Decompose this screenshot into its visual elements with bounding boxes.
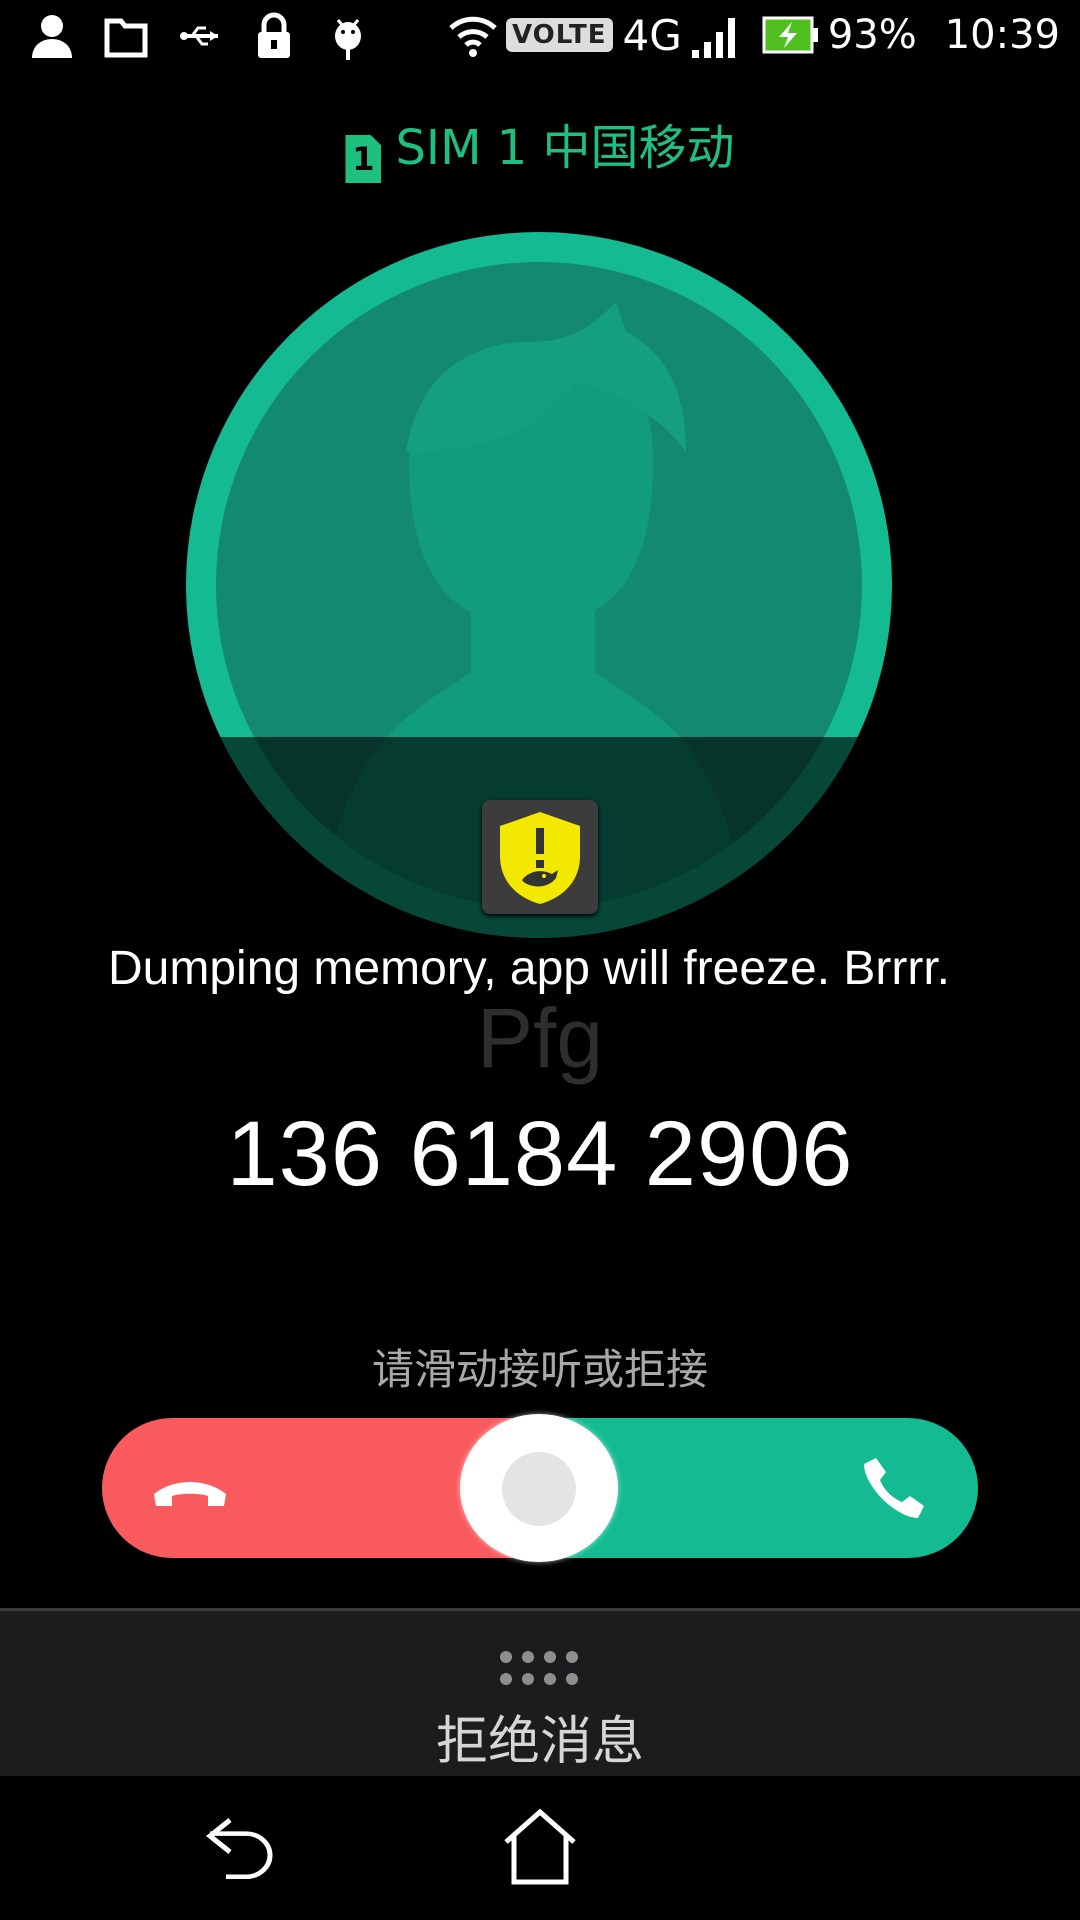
volte-badge: VOLTE xyxy=(506,18,613,52)
battery-percent: 93% xyxy=(827,12,917,58)
phone-answer-icon xyxy=(864,1458,924,1518)
battery-charging-icon xyxy=(762,16,818,54)
signal-icon xyxy=(691,18,735,58)
slider-handle-center xyxy=(502,1452,576,1526)
android-debug-icon xyxy=(335,19,361,60)
network-type: 4G xyxy=(622,10,682,60)
sim-carrier: SIM 1 中国移动 xyxy=(395,120,735,176)
reject-message-panel[interactable]: 拒绝消息 xyxy=(0,1608,1080,1779)
reject-message-label[interactable]: 拒绝消息 xyxy=(0,1699,1080,1774)
swipe-hint: 请滑动接听或拒接 xyxy=(371,1345,708,1394)
status-bar: VOLTE 4G 93% 10:39 xyxy=(0,0,1080,80)
lock-icon xyxy=(258,12,290,58)
caller-number: 136 6184 2906 xyxy=(226,1103,854,1205)
slider-handle[interactable] xyxy=(460,1414,618,1562)
navigation-bar xyxy=(0,1776,1080,1920)
status-left-icons xyxy=(30,12,370,60)
usb-icon xyxy=(180,26,218,46)
home-icon[interactable] xyxy=(500,1806,580,1886)
drag-handle-icon xyxy=(500,1651,578,1685)
person-icon xyxy=(32,15,72,58)
clock: 10:39 xyxy=(944,12,1060,58)
wifi-icon xyxy=(449,16,497,57)
status-right: VOLTE 4G 93% 10:39 xyxy=(448,10,1060,60)
sim-label: 1 SIM 1 中国移动 xyxy=(0,108,1080,183)
leak-warning-icon xyxy=(482,800,598,914)
toast-message: Dumping memory, app will freeze. Brrrr. xyxy=(108,942,951,995)
phone-hangup-icon xyxy=(154,1482,226,1506)
sim-card-icon: 1 xyxy=(345,135,382,183)
folder-icon xyxy=(104,18,148,58)
caller-name: Pfg xyxy=(476,991,604,1085)
back-icon[interactable] xyxy=(200,1812,280,1884)
